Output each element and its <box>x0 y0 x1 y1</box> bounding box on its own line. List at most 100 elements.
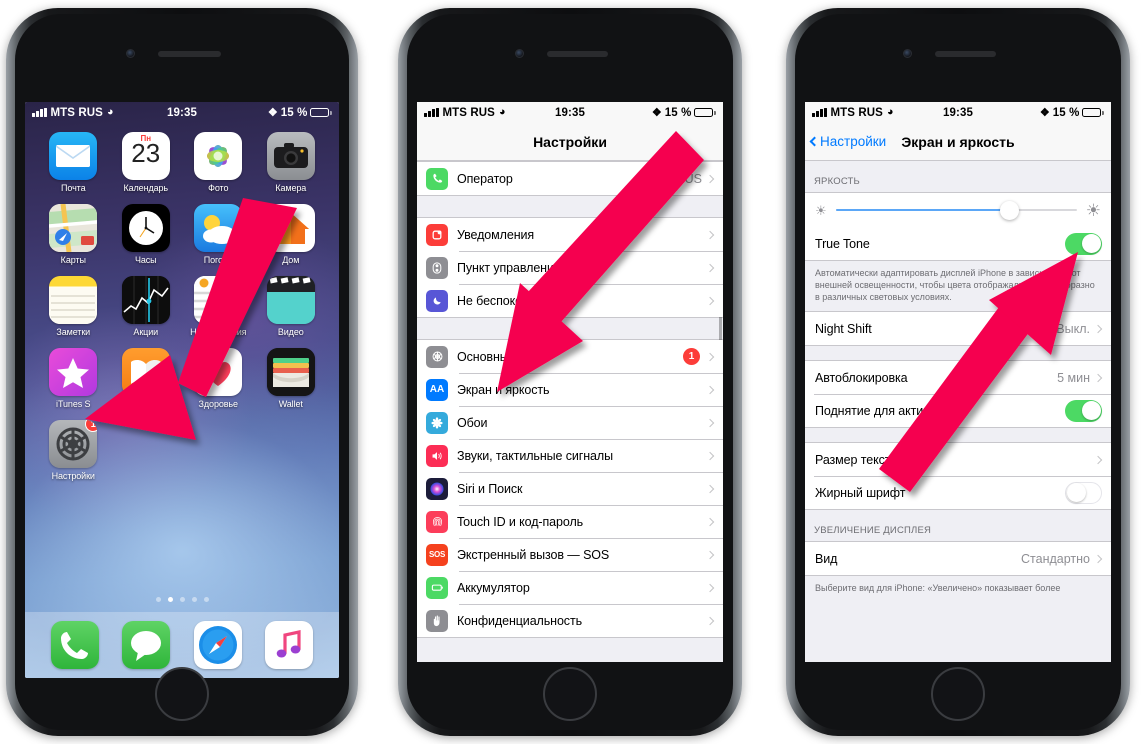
row-general[interactable]: Основные 1 <box>417 340 723 373</box>
row-true-tone[interactable]: True Tone <box>805 227 1111 260</box>
row-touch-id[interactable]: Touch ID и код-пароль <box>417 505 723 538</box>
home-button[interactable] <box>931 667 985 721</box>
row-night-shift[interactable]: Night Shift Выкл. <box>805 312 1111 346</box>
row-operator[interactable]: Оператор MTS RUS <box>417 162 723 195</box>
notifications-icon <box>426 223 448 246</box>
row-text-size[interactable]: Размер текста <box>805 443 1111 477</box>
app-label: Почта <box>61 183 86 193</box>
chevron-right-icon <box>705 296 715 305</box>
row-label: Оператор <box>457 171 513 186</box>
app-maps[interactable]: Карты <box>37 204 110 265</box>
chevron-right-icon <box>705 517 715 526</box>
row-battery[interactable]: Аккумулятор <box>417 571 723 604</box>
app-label: Погода <box>203 255 233 265</box>
back-button[interactable]: Настройки <box>809 134 886 149</box>
row-privacy[interactable]: Конфиденциальность <box>417 604 723 637</box>
brightness-slider[interactable] <box>835 200 1077 220</box>
row-siri-search[interactable]: Siri и Поиск <box>417 472 723 505</box>
row-label: Обои <box>457 415 488 430</box>
general-badge: 1 <box>683 348 700 365</box>
dock-music[interactable] <box>265 621 314 669</box>
privacy-hand-icon <box>426 609 448 632</box>
app-camera[interactable]: Камера <box>255 132 328 193</box>
front-camera-icon <box>126 49 135 58</box>
app-notes[interactable]: Заметки <box>37 276 110 337</box>
row-value: Стандартно <box>1021 551 1090 566</box>
app-mail[interactable]: Почта <box>37 132 110 193</box>
wallpaper-icon <box>426 411 448 434</box>
chevron-right-icon <box>705 550 715 559</box>
wallet-icon <box>266 348 315 396</box>
chevron-right-icon <box>705 385 715 394</box>
chevron-right-icon <box>1093 373 1103 383</box>
bold-text-toggle[interactable] <box>1065 481 1102 504</box>
navigation-bar: Настройки Экран и яркость <box>805 123 1111 161</box>
settings-group-carrier: Оператор MTS RUS <box>417 161 723 196</box>
control-center-icon <box>426 256 448 279</box>
row-sounds[interactable]: Звуки, тактильные сигналы <box>417 439 723 472</box>
app-label: iTunes S <box>56 399 91 409</box>
row-label: Night Shift <box>815 321 872 336</box>
app-videos[interactable]: Видео <box>255 276 328 337</box>
home-app-icon <box>272 213 309 244</box>
app-itunes-store[interactable]: iTunes S <box>37 348 110 409</box>
app-ibooks[interactable]: iBooks <box>110 348 183 409</box>
app-settings[interactable]: 1 Настройки <box>37 420 110 481</box>
app-weather[interactable]: Погода <box>182 204 255 265</box>
row-control-center[interactable]: Пункт управления <box>417 251 723 284</box>
dock-phone[interactable] <box>50 621 99 669</box>
row-label: Экран и яркость <box>457 382 550 397</box>
chevron-right-icon <box>705 230 715 239</box>
raise-to-wake-toggle[interactable] <box>1065 399 1102 422</box>
navigation-bar: Настройки <box>417 123 723 161</box>
chevron-right-icon <box>1093 554 1103 564</box>
home-button[interactable] <box>543 667 597 721</box>
brightness-slider-row[interactable]: ☀ ☀ <box>805 193 1111 227</box>
app-wallet[interactable]: Wallet <box>255 348 328 409</box>
settings-list[interactable]: Оператор MTS RUS Уведомления Пункт управ… <box>417 161 723 662</box>
row-view[interactable]: Вид Стандартно <box>805 542 1111 576</box>
status-bar: MTS RUS ◕ 19:35 ❖ 15 % <box>417 102 723 123</box>
app-clock[interactable]: Часы <box>110 204 183 265</box>
home-button[interactable] <box>155 667 209 721</box>
row-bold-text[interactable]: Жирный шрифт <box>805 476 1111 510</box>
app-label: Видео <box>277 327 304 337</box>
status-bar: MTS RUS ◕ 19:35 ❖ 15 % <box>25 102 339 123</box>
settings-group-notifications: Уведомления Пункт управления Не беспокои… <box>417 217 723 318</box>
page-title: Настройки <box>533 133 607 150</box>
row-do-not-disturb[interactable]: Не беспокоить <box>417 284 723 317</box>
row-auto-lock[interactable]: Автоблокировка 5 мин <box>805 361 1111 395</box>
display-settings-list[interactable]: ЯРКОСТЬ ☀ ☀ True Tone Автоматически адап… <box>805 161 1111 662</box>
true-tone-toggle[interactable] <box>1065 232 1102 255</box>
row-raise-to-wake[interactable]: Поднятие для активации <box>805 394 1111 428</box>
chevron-right-icon <box>705 583 715 592</box>
app-label: Здоровье <box>198 399 238 409</box>
touch-id-icon <box>426 510 448 533</box>
dock-safari[interactable] <box>193 621 242 669</box>
row-notifications[interactable]: Уведомления <box>417 218 723 251</box>
battery-percent: 15 % <box>664 106 692 119</box>
row-sos[interactable]: SOS Экстренный вызов — SOS <box>417 538 723 571</box>
app-stocks[interactable]: Акции <box>110 276 183 337</box>
chevron-right-icon <box>1093 324 1103 334</box>
app-label: Календарь <box>123 183 169 193</box>
phone-3-screen: MTS RUS ◕ 19:35 ❖ 15 % Настройки Экран и… <box>805 102 1111 662</box>
app-photos[interactable]: Фото <box>182 132 255 193</box>
zoom-header: УВЕЛИЧЕНИЕ ДИСПЛЕЯ <box>814 525 932 537</box>
brightness-group: ☀ ☀ True Tone <box>805 192 1111 261</box>
app-label: Заметки <box>56 327 91 337</box>
app-health[interactable]: Здоровье <box>182 348 255 409</box>
earpiece-speaker <box>935 51 996 57</box>
battery-icon <box>426 576 448 599</box>
row-wallpaper[interactable]: Обои <box>417 406 723 439</box>
dock-messages[interactable] <box>122 621 171 669</box>
battery-percent: 15 % <box>280 106 308 119</box>
row-label: Конфиденциальность <box>457 613 582 628</box>
app-home[interactable]: Дом <box>255 204 328 265</box>
row-label: Touch ID и код-пароль <box>457 514 584 529</box>
app-reminders[interactable]: Напоминания <box>182 276 255 337</box>
row-display-brightness[interactable]: AA Экран и яркость <box>417 373 723 406</box>
row-label: Автоблокировка <box>815 370 908 385</box>
app-calendar[interactable]: Пн 23 Календарь <box>110 132 183 193</box>
